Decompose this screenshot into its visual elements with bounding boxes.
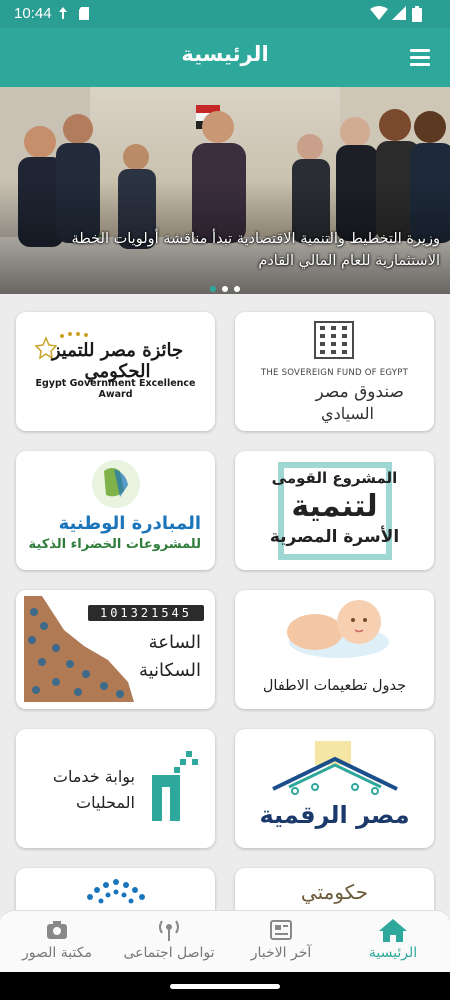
card-green-projects[interactable]: المبادرة الوطنية للمشروعات الخضراء الذكي… bbox=[16, 451, 215, 570]
app-bar: الرئيسية bbox=[0, 28, 450, 87]
card-digital-egypt[interactable]: مصر الرقمية bbox=[235, 729, 434, 848]
page-title: الرئيسية bbox=[181, 42, 269, 66]
status-time: 10:44 bbox=[14, 5, 52, 22]
camera-icon bbox=[47, 921, 67, 939]
card-vaccinations[interactable]: جدول تطعيمات الاطفال bbox=[235, 590, 434, 709]
digital-egypt-logo-icon bbox=[272, 741, 398, 795]
nav-home-label: الرئيسية bbox=[368, 945, 418, 961]
slide-dot-2[interactable] bbox=[222, 286, 228, 292]
card-population-clock[interactable]: 101321545 الساعة السكانية bbox=[16, 590, 215, 709]
population-counter: 101321545 bbox=[99, 606, 193, 620]
local-services-line2: المحليات bbox=[76, 793, 135, 812]
family-project-line1: المشروع القومى bbox=[271, 469, 398, 487]
card-sovereign-fund[interactable]: THE SOVEREIGN FUND OF EGYPT صندوق مصر ال… bbox=[235, 312, 434, 431]
nav-social[interactable]: تواصل اجتماعى bbox=[114, 915, 224, 971]
nav-home[interactable]: الرئيسية bbox=[338, 915, 448, 971]
newspaper-icon bbox=[270, 920, 292, 940]
news-slider[interactable]: وزيرة التخطيط والتنمية الاقتصادية تبدأ م… bbox=[0, 87, 450, 294]
sd-card-icon bbox=[79, 7, 89, 20]
family-project-line2: لتنمية bbox=[291, 489, 378, 524]
slide-caption[interactable]: وزيرة التخطيط والتنمية الاقتصادية تبدأ م… bbox=[10, 228, 440, 272]
nav-social-label: تواصل اجتماعى bbox=[123, 945, 215, 961]
card-family-development[interactable]: المشروع القومى لتنمية الأسرة المصرية bbox=[235, 451, 434, 570]
partial-right-label: حكومتي bbox=[300, 880, 369, 904]
award-title-en: Egypt Government Excellence Award bbox=[35, 378, 196, 400]
battery-icon bbox=[412, 6, 422, 22]
nav-photo-library-label: مكتبة الصور bbox=[22, 945, 92, 961]
nav-latest-news[interactable]: آخر الاخبار bbox=[226, 915, 336, 971]
local-services-logo-icon bbox=[152, 751, 198, 821]
nav-latest-news-label: آخر الاخبار bbox=[250, 945, 312, 961]
broadcast-icon bbox=[159, 920, 179, 941]
app-root: 10:44 الرئيسية وزيرة التخطيط والتنمية ال… bbox=[0, 0, 450, 1000]
slider-indicator[interactable] bbox=[0, 277, 450, 292]
home-gesture-handle[interactable] bbox=[170, 984, 280, 989]
system-navigation-bar bbox=[0, 972, 450, 1000]
green-projects-line1: المبادرة الوطنية bbox=[58, 513, 201, 534]
status-bar: 10:44 bbox=[0, 0, 450, 28]
home-icon bbox=[379, 919, 407, 942]
green-projects-logo-icon bbox=[92, 460, 140, 508]
family-project-line3: الأسرة المصرية bbox=[269, 527, 400, 547]
signal-icon bbox=[392, 6, 406, 20]
local-services-line1: بوابة خدمات bbox=[52, 767, 135, 786]
hamburger-menu-icon[interactable] bbox=[408, 46, 434, 68]
nav-photo-library[interactable]: مكتبة الصور bbox=[2, 915, 112, 971]
digital-egypt-label: مصر الرقمية bbox=[259, 801, 410, 829]
population-clock-line1: الساعة bbox=[148, 632, 201, 653]
bottom-navigation: الرئيسية آخر الاخبار تواصل اجتماعى مكتبة… bbox=[0, 910, 450, 972]
card-local-services[interactable]: بوابة خدمات المحليات bbox=[16, 729, 215, 848]
sovereign-fund-ar-1: صندوق مصر bbox=[315, 382, 404, 402]
sovereign-fund-ar-2: السيادي bbox=[321, 404, 374, 423]
slide-dot-1[interactable] bbox=[210, 286, 216, 292]
wifi-icon bbox=[370, 6, 388, 20]
sovereign-fund-en: THE SOVEREIGN FUND OF EGYPT bbox=[260, 368, 409, 378]
award-title-ar: جائزة مصر للتميز الحكومي bbox=[51, 340, 184, 382]
data-saver-icon bbox=[59, 7, 67, 19]
card-excellence-award[interactable]: جائزة مصر للتميز الحكومي Egypt Governmen… bbox=[16, 312, 215, 431]
vaccination-label: جدول تطعيمات الاطفال bbox=[262, 678, 407, 694]
slide-dot-3[interactable] bbox=[234, 286, 240, 292]
green-projects-line2: للمشروعات الخضراء الذكية bbox=[28, 537, 201, 552]
population-clock-line2: السكانية bbox=[138, 660, 201, 681]
